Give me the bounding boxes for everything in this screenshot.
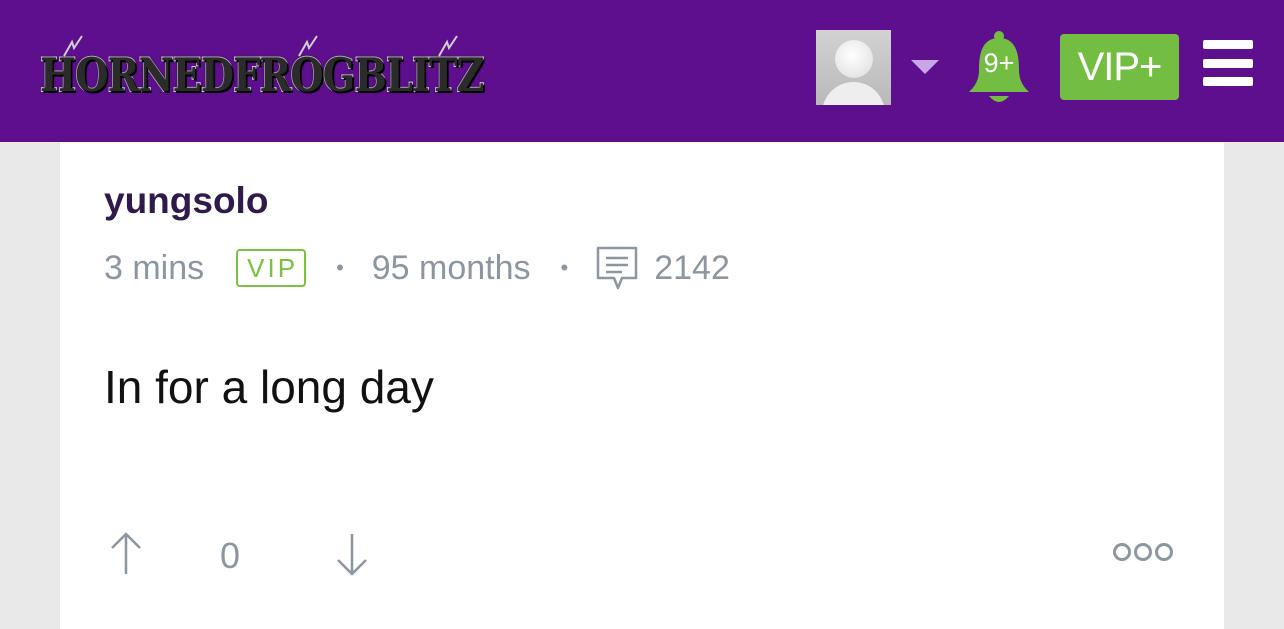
post-count: 2142 — [654, 248, 730, 287]
notification-count: 9+ — [983, 48, 1015, 78]
chevron-down-icon[interactable] — [911, 60, 939, 74]
post-body: In for a long day — [104, 361, 434, 413]
post-card: yungsolo 3 mins VIP • 95 months • 2142 I… — [60, 142, 1224, 629]
more-options-icon[interactable] — [1112, 541, 1174, 563]
vip-plus-button[interactable]: VIP+ — [1060, 34, 1179, 100]
top-header: HornedFrogBlitz 9+ VIP+ — [0, 0, 1284, 142]
menu-icon[interactable] — [1203, 40, 1253, 86]
site-logo[interactable]: HornedFrogBlitz — [39, 35, 575, 110]
membership-duration: 95 months — [371, 248, 531, 287]
vote-count: 0 — [220, 535, 241, 576]
post-meta: 3 mins VIP • 95 months • 2142 — [104, 244, 730, 292]
downvote-arrow-icon[interactable] — [334, 532, 370, 576]
lightning-icon — [63, 35, 83, 57]
avatar-body — [822, 82, 885, 105]
separator-dot: • — [560, 255, 569, 280]
user-avatar[interactable] — [816, 30, 891, 105]
lightning-icon — [298, 35, 318, 57]
separator-dot: • — [336, 255, 344, 280]
logo-text: HornedFrogBlitz — [39, 47, 485, 103]
post-time: 3 mins — [104, 248, 205, 287]
lightning-icon — [438, 35, 458, 57]
avatar-head — [835, 40, 873, 78]
vip-badge: VIP — [236, 249, 307, 287]
post-username[interactable]: yungsolo — [104, 180, 268, 222]
upvote-arrow-icon[interactable] — [108, 532, 144, 576]
comment-icon — [596, 246, 638, 290]
